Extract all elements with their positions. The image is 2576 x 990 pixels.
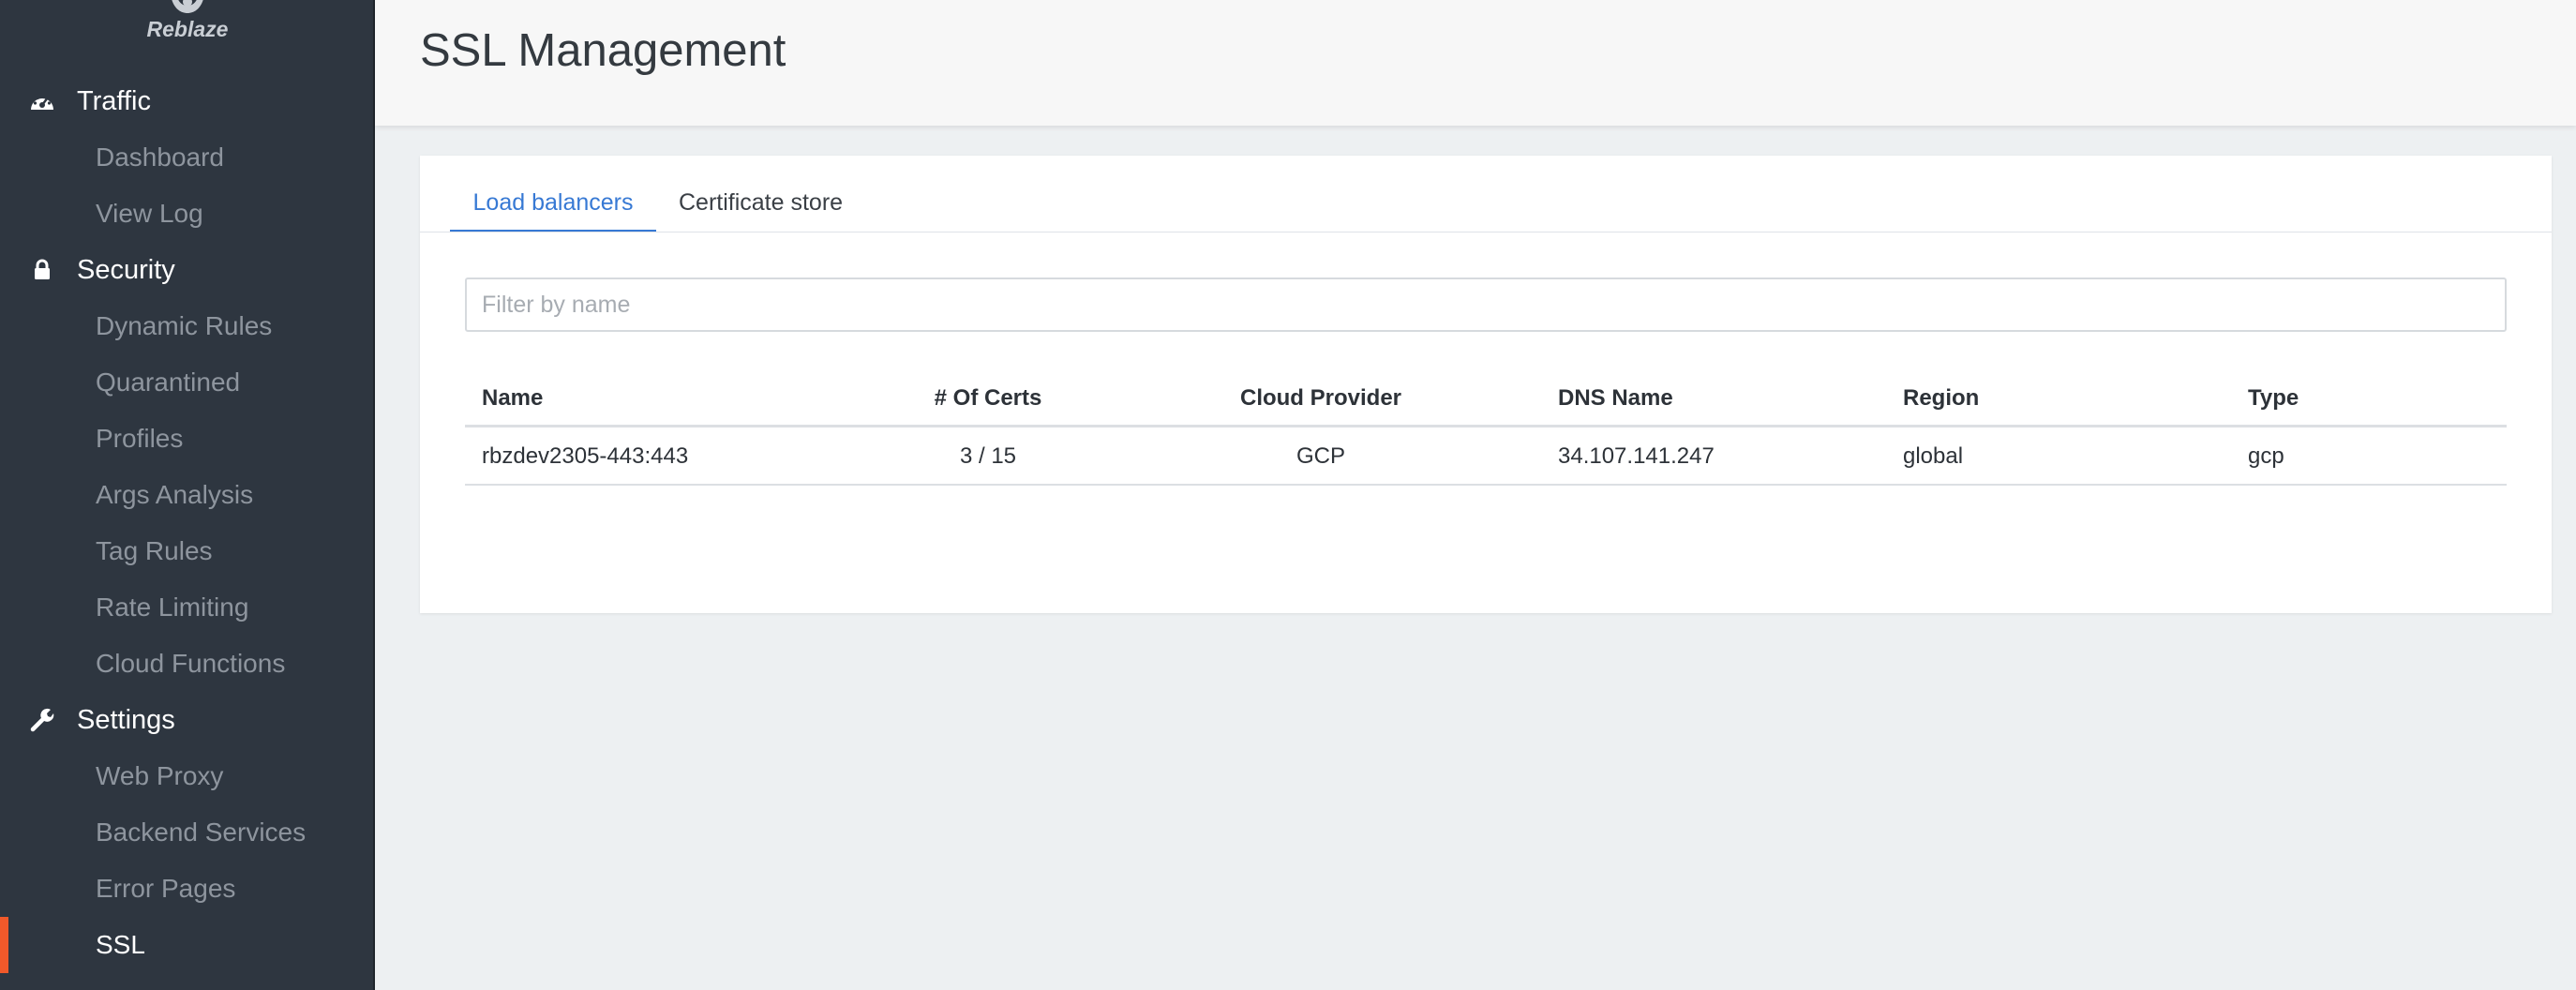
sidebar-item-ssl[interactable]: SSL [0, 917, 375, 973]
page-title: SSL Management [420, 25, 786, 76]
cell-type: gcp [2248, 443, 2284, 469]
load-balancers-table: Name # Of Certs Cloud Provider DNS Name … [465, 369, 2507, 486]
sidebar-item-dashboard[interactable]: Dashboard [0, 129, 375, 186]
sidebar-section-security[interactable]: Security [0, 242, 375, 298]
sidebar-item-web-proxy[interactable]: Web Proxy [0, 748, 375, 804]
filter-by-name-input[interactable] [465, 278, 2507, 332]
sidebar-section-traffic[interactable]: Traffic [0, 73, 375, 129]
sidebar-section-label: Traffic [77, 85, 151, 116]
sidebar-item-label: Error Pages [96, 874, 236, 903]
wrench-icon [28, 708, 56, 732]
column-header-certs[interactable]: # Of Certs [876, 369, 1101, 428]
sidebar-item-label: Cloud Functions [96, 649, 286, 678]
sidebar-item-label: View Log [96, 199, 203, 228]
sidebar-item-rate-limiting[interactable]: Rate Limiting [0, 579, 375, 636]
sidebar: Reblaze Traffic Dashboard View Log Secur… [0, 0, 375, 990]
column-header-region[interactable]: Region [1903, 369, 1979, 428]
column-header-cloud-provider[interactable]: Cloud Provider [1204, 369, 1438, 428]
sidebar-item-tag-rules[interactable]: Tag Rules [0, 523, 375, 579]
logo-text: Reblaze [146, 17, 229, 41]
sidebar-item-label: Tag Rules [96, 536, 213, 565]
column-header-name[interactable]: Name [482, 369, 543, 428]
sidebar-item-args-analysis[interactable]: Args Analysis [0, 467, 375, 523]
cell-certs: 3 / 15 [959, 443, 1017, 469]
tab-bar: Load balancers Certificate store [420, 156, 2552, 232]
sidebar-item-label: Dashboard [96, 142, 224, 172]
sidebar-item-label: Profiles [96, 424, 184, 453]
sidebar-item-label: SSL [96, 930, 145, 959]
sidebar-item-profiles[interactable]: Profiles [0, 411, 375, 467]
table-header: Name # Of Certs Cloud Provider DNS Name … [465, 369, 2507, 428]
table-row[interactable]: rbzdev2305-443:443 3 / 15 GCP 34.107.141… [465, 428, 2507, 486]
cell-region: global [1903, 443, 1964, 469]
gauge-icon [28, 89, 56, 113]
sidebar-item-label: Web Proxy [96, 761, 224, 790]
sidebar-item-quarantined[interactable]: Quarantined [0, 354, 375, 411]
sidebar-item-view-log[interactable]: View Log [0, 186, 375, 242]
cell-cloud-provider: GCP [1295, 443, 1345, 469]
sidebar-section-label: Settings [77, 704, 175, 735]
sidebar-item-label: Dynamic Rules [96, 311, 273, 340]
sidebar-item-label: Rate Limiting [96, 592, 249, 622]
sidebar-section-settings[interactable]: Settings [0, 692, 375, 748]
sidebar-item-cloud-functions[interactable]: Cloud Functions [0, 636, 375, 692]
tab-certificate-store[interactable]: Certificate store [679, 178, 866, 232]
column-header-type[interactable]: Type [2248, 369, 2299, 428]
cell-dns-name: 34.107.141.247 [1558, 443, 1715, 469]
column-header-dns-name[interactable]: DNS Name [1558, 369, 1673, 428]
sidebar-item-label: Quarantined [96, 368, 241, 397]
lock-icon [28, 258, 56, 282]
sidebar-item-backend-services[interactable]: Backend Services [0, 804, 375, 861]
logo-mark-icon [172, 0, 203, 13]
reblaze-logo[interactable]: Reblaze [131, 0, 244, 47]
sidebar-item-dynamic-rules[interactable]: Dynamic Rules [0, 298, 375, 354]
tab-load-balancers[interactable]: Load balancers [450, 178, 656, 232]
cell-name: rbzdev2305-443:443 [482, 443, 689, 469]
sidebar-section-label: Security [77, 254, 175, 285]
sidebar-item-label: Args Analysis [96, 480, 254, 509]
sidebar-item-label: Backend Services [96, 818, 307, 847]
page-header: SSL Management [375, 0, 2576, 126]
ssl-card: Load balancers Certificate store Name # … [420, 156, 2552, 613]
sidebar-item-error-pages[interactable]: Error Pages [0, 861, 375, 917]
